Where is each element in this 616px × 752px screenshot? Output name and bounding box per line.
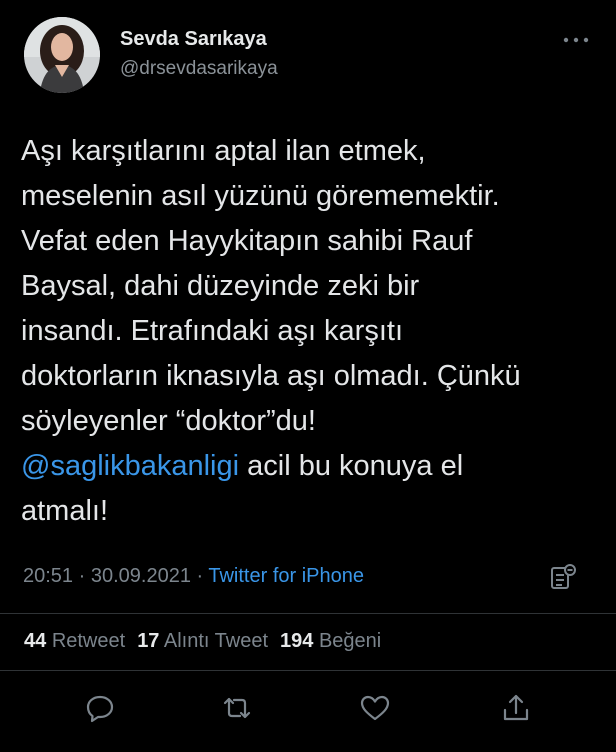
quote-count[interactable]: 17 [137,630,159,652]
mention-link[interactable]: @saglikbakanligi [21,450,239,482]
tweet-line: meselenin asıl yüzünü görememektir. [21,180,500,212]
avatar[interactable] [24,17,100,93]
engagement-stats: 44 Retweet 17 Alıntı Tweet 194 Beğeni [24,630,381,653]
heart-icon[interactable] [357,690,393,726]
tweet-line: Aşı karşıtlarını aptal ilan etmek, [21,135,426,167]
tweet-source-link[interactable]: Twitter for iPhone [208,565,364,587]
divider [0,613,616,614]
tweet-text: Aşı karşıtlarını aptal ilan etmek, mesel… [21,129,606,534]
tweet-line: acil bu konuya el [239,450,464,482]
tweet-date[interactable]: 30.09.2021 [91,565,191,587]
retweet-label[interactable]: Retweet [52,630,125,652]
divider [0,670,616,671]
more-horizontal-icon[interactable] [560,32,592,48]
user-handle[interactable]: @drsevdasarikaya [120,58,278,80]
share-icon[interactable] [498,690,534,726]
tweet-line: doktorların iknasıyla aşı olmadı. Çünkü [21,360,521,392]
meta-separator: · [73,565,91,587]
quote-label[interactable]: Alıntı Tweet [164,630,268,652]
display-name[interactable]: Sevda Sarıkaya [120,28,267,51]
reply-icon[interactable] [82,690,118,726]
tweet-meta: 20:51 · 30.09.2021 · Twitter for iPhone [23,565,364,588]
tweet-time[interactable]: 20:51 [23,565,73,587]
analytics-icon[interactable] [548,562,578,592]
meta-separator: · [190,565,209,587]
retweet-icon[interactable] [219,690,255,726]
retweet-count[interactable]: 44 [24,630,46,652]
like-count[interactable]: 194 [280,630,313,652]
tweet-detail: Sevda Sarıkaya @drsevdasarikaya Aşı karş… [0,0,616,752]
tweet-line: söyleyenler “doktor”du! [21,405,316,437]
tweet-line: insandı. Etrafındaki aşı karşıtı [21,315,404,347]
like-label[interactable]: Beğeni [319,630,381,652]
tweet-line: atmalı! [21,495,109,527]
tweet-line: Baysal, dahi düzeyinde zeki bir [21,270,420,302]
tweet-line: Vefat eden Hayykitapın sahibi Rauf [21,225,473,257]
